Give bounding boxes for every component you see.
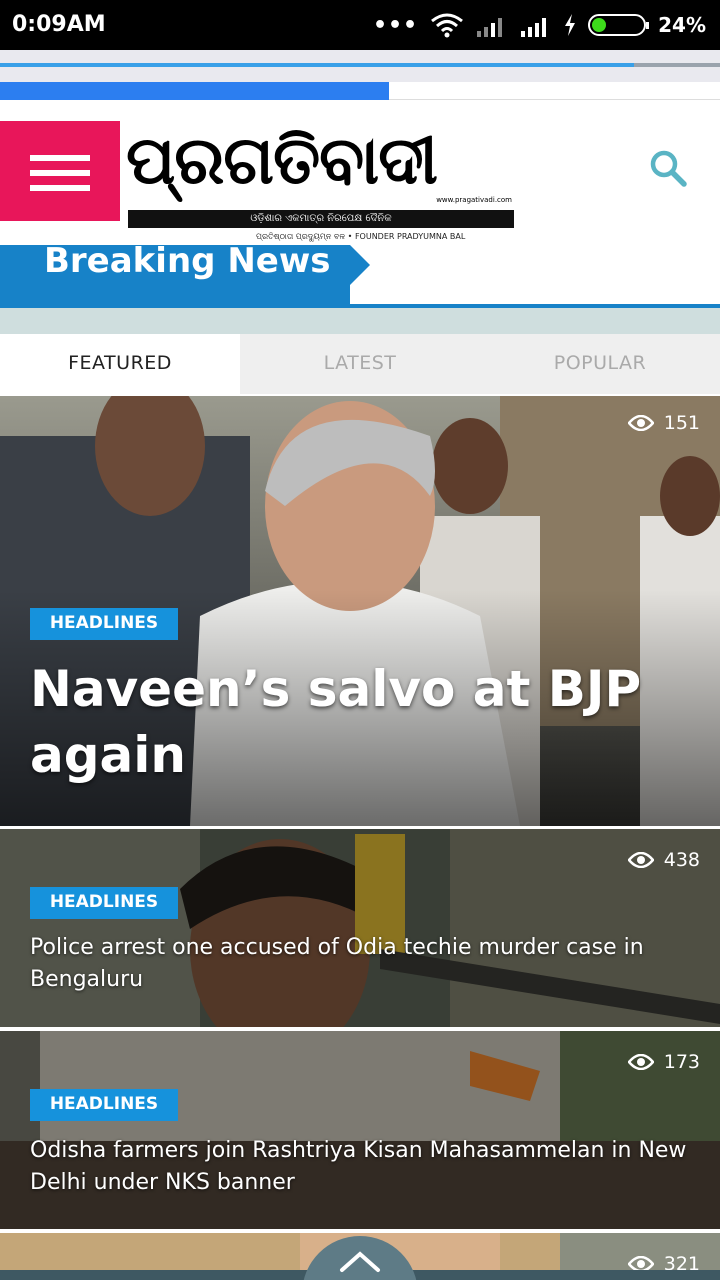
secondary-load-progress xyxy=(0,82,389,100)
eye-icon xyxy=(627,1054,654,1070)
article-title[interactable]: Police arrest one accused of Odia techie… xyxy=(30,932,700,996)
eye-icon xyxy=(627,415,654,431)
category-badge[interactable]: HEADLINES xyxy=(30,1089,178,1121)
notification-dots: ••• xyxy=(372,12,419,38)
status-time: 0:09AM xyxy=(12,12,106,37)
scroll-to-top-button[interactable] xyxy=(302,1236,418,1280)
status-bar: 0:09AM ••• 24% xyxy=(0,0,720,50)
signal-icon xyxy=(521,18,547,37)
breaking-news-tab: Breaking News xyxy=(0,241,350,308)
charging-icon xyxy=(565,14,576,36)
tab-featured[interactable]: FEATURED xyxy=(0,334,240,394)
logo-tagline: ଓଡ଼ିଶାର ଏକମାତ୍ର ନିରପେକ୍ଷ ଦୈନିକ xyxy=(128,210,514,228)
view-count: 438 xyxy=(627,849,700,871)
battery-icon xyxy=(588,14,650,36)
view-count: 173 xyxy=(627,1051,700,1073)
article-card[interactable]: 438 HEADLINES Police arrest one accused … xyxy=(0,829,720,1027)
article-title[interactable]: Odisha farmers join Rashtriya Kisan Maha… xyxy=(30,1135,700,1199)
view-count: 151 xyxy=(627,412,700,434)
feed-tabs: FEATURED LATEST POPULAR xyxy=(0,334,720,394)
breaking-news-arrow xyxy=(350,245,370,285)
chevron-up-icon xyxy=(340,1251,380,1272)
tab-popular[interactable]: POPULAR xyxy=(480,334,720,394)
site-header: ପ୍ରଗତିବାଦୀ www.pragativadi.com ଓଡ଼ିଶାର ଏ… xyxy=(0,100,720,245)
article-image xyxy=(0,1031,720,1229)
article-card[interactable]: 173 HEADLINES Odisha farmers join Rashtr… xyxy=(0,1031,720,1229)
logo-url: www.pragativadi.com xyxy=(436,196,512,204)
logo-wordmark: ପ୍ରଗତିବାଦୀ xyxy=(126,122,438,199)
category-badge[interactable]: HEADLINES xyxy=(30,887,178,919)
article-title[interactable]: Naveen’s salvo at BJP again xyxy=(30,656,690,788)
article-image xyxy=(0,829,720,1027)
wifi-icon xyxy=(431,13,464,38)
status-icons: ••• 24% xyxy=(373,10,706,40)
view-count-value: 438 xyxy=(663,849,700,871)
tab-latest[interactable]: LATEST xyxy=(240,334,480,394)
site-logo[interactable]: ପ୍ରଗତିବାଦୀ www.pragativadi.com ଓଡ଼ିଶାର ଏ… xyxy=(126,128,516,246)
view-count-value: 173 xyxy=(663,1051,700,1073)
hamburger-icon xyxy=(30,155,90,161)
divider-strip xyxy=(0,308,720,334)
eye-icon xyxy=(627,852,654,868)
view-count-value: 151 xyxy=(663,412,700,434)
page-load-progress xyxy=(0,63,634,67)
search-button[interactable] xyxy=(648,148,688,188)
battery-percent: 24% xyxy=(658,13,706,37)
signal-icon xyxy=(477,18,503,37)
article-card-featured[interactable]: 151 HEADLINES Naveen’s salvo at BJP agai… xyxy=(0,396,720,826)
search-icon xyxy=(650,150,687,187)
category-badge[interactable]: HEADLINES xyxy=(30,608,178,640)
page-load-strip xyxy=(0,50,720,82)
breaking-news-label: Breaking News xyxy=(44,241,331,281)
breaking-news-bar: Breaking News xyxy=(0,241,720,308)
secondary-load-strip xyxy=(0,82,720,100)
menu-button[interactable] xyxy=(0,121,120,221)
